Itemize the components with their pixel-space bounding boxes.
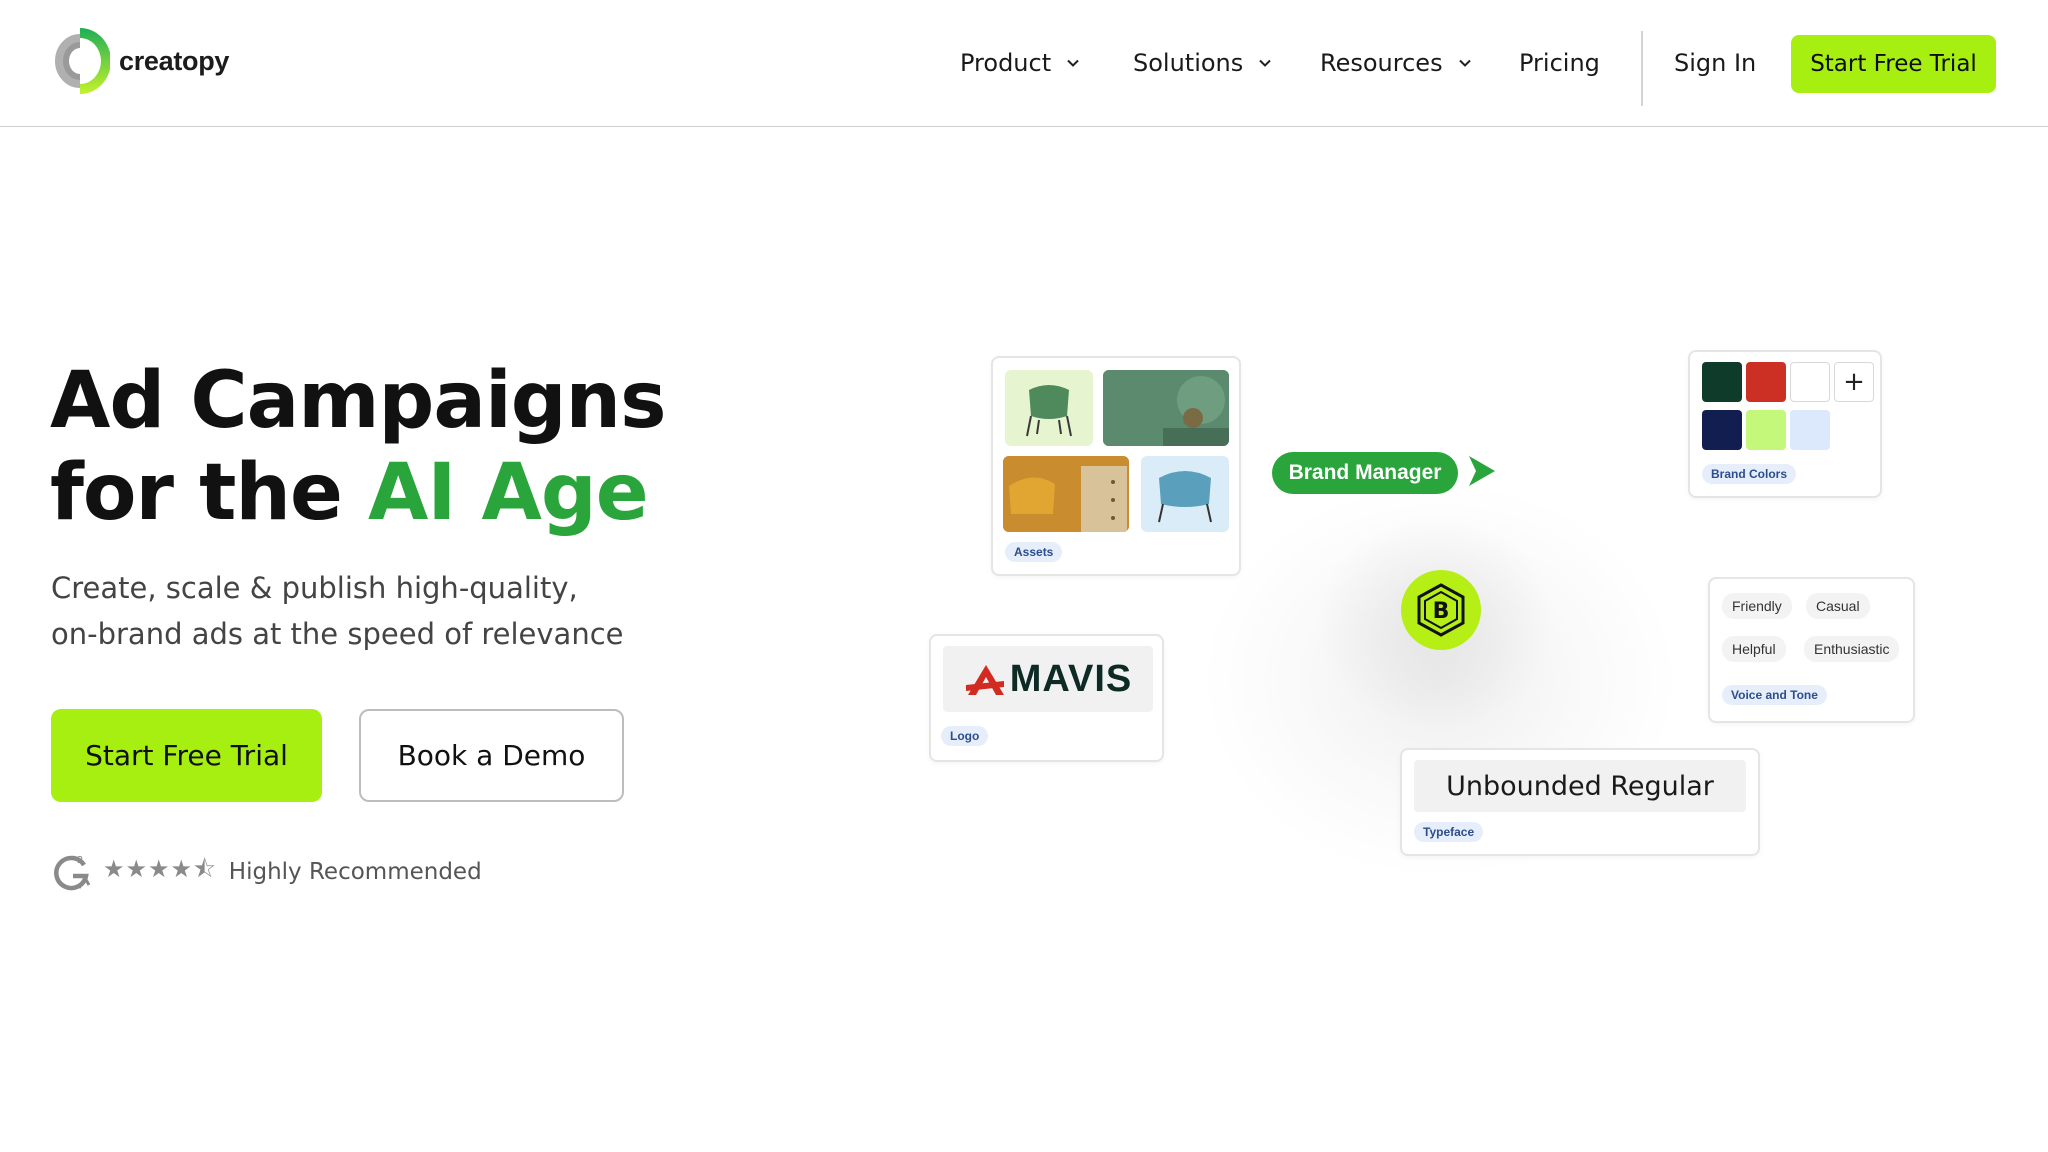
chevron-down-icon <box>1458 59 1471 67</box>
sign-in-link[interactable]: Sign In <box>1674 38 1756 88</box>
chevron-down-icon <box>1067 59 1079 67</box>
voice-chip: Helpful <box>1722 636 1786 662</box>
g2-icon: 2 <box>54 855 91 891</box>
assets-tag: Assets <box>1005 542 1063 562</box>
brand-colors-tag: Brand Colors <box>1702 464 1797 484</box>
hero-subtitle-line2: on-brand ads at the speed of relevance <box>51 617 624 651</box>
site-header: creatopy Product Solutions Resources Pri… <box>0 0 2048 127</box>
voice-chip: Friendly <box>1722 593 1792 619</box>
brand-color-swatch <box>1746 410 1786 450</box>
book-demo-button[interactable]: Book a Demo <box>359 709 624 802</box>
logo-tag: Logo <box>941 726 989 746</box>
mavis-logo: MAVIS <box>943 646 1153 712</box>
nav-product-label[interactable]: Product <box>960 49 1051 77</box>
voice-tone-tag: Voice and Tone <box>1722 685 1827 705</box>
voice-chip: Casual <box>1806 593 1870 619</box>
brand-color-swatch <box>1790 410 1830 450</box>
hero-title-accent: AI Age <box>368 448 649 538</box>
badge-letter: B <box>1433 599 1450 624</box>
arrow-right-icon <box>1469 456 1495 486</box>
nav-product[interactable]: Product <box>960 38 1081 88</box>
rating-label: Highly Recommended <box>228 859 482 885</box>
typeface-tag: Typeface <box>1414 822 1484 842</box>
nav-resources-label[interactable]: Resources <box>1320 49 1443 77</box>
hero-title-prefix: for the <box>50 448 369 538</box>
mavis-wordmark: MAVIS <box>1009 657 1133 700</box>
blue-chair-image <box>1141 456 1229 532</box>
nav-resources[interactable]: Resources <box>1320 38 1473 88</box>
voice-tone-card: Friendly Casual Helpful Enthusiastic Voi… <box>1708 577 1915 723</box>
typeface-card: Unbounded Regular Typeface <box>1400 748 1760 856</box>
nav-solutions-label[interactable]: Solutions <box>1133 49 1243 77</box>
logo-card: MAVIS Logo <box>929 634 1164 762</box>
nav-pricing-label[interactable]: Pricing <box>1519 49 1600 77</box>
green-chair-image <box>1005 370 1093 446</box>
brand-colors-card: + Brand Colors <box>1688 350 1882 498</box>
hexagon-b-icon: B <box>1417 583 1465 637</box>
brand-color-swatch <box>1702 410 1742 450</box>
hero-title-line2: for the AI Age <box>50 447 666 539</box>
creatopy-logo-icon <box>50 24 111 98</box>
svg-text:2: 2 <box>77 855 83 866</box>
rating-stars: ★★★★⯪ <box>103 854 217 883</box>
voice-chip: Enthusiastic <box>1804 636 1900 662</box>
brand-color-swatch <box>1790 362 1830 402</box>
hero-subtitle: Create, scale & publish high-quality, on… <box>51 565 624 657</box>
decor-image <box>1103 370 1229 446</box>
nav-divider <box>1641 31 1643 106</box>
nav-pricing[interactable]: Pricing <box>1519 38 1600 88</box>
brand-badge: B <box>1401 570 1481 650</box>
logo[interactable]: creatopy <box>50 24 229 98</box>
nav-solutions[interactable]: Solutions <box>1133 38 1273 88</box>
chevron-down-icon <box>1259 59 1271 67</box>
brand-color-swatch <box>1702 362 1742 402</box>
typeface-preview: Unbounded Regular <box>1414 760 1746 812</box>
mavis-mark-icon <box>965 665 1004 695</box>
hero-title: Ad Campaigns for the AI Age <box>50 355 667 539</box>
start-free-trial-button[interactable]: Start Free Trial <box>51 709 322 802</box>
brand-manager-pill: Brand Manager <box>1272 452 1458 494</box>
sign-in-label[interactable]: Sign In <box>1674 49 1756 77</box>
hero-title-line1: Ad Campaigns <box>50 356 667 446</box>
hero-subtitle-line1: Create, scale & publish high-quality, <box>51 571 578 605</box>
yellow-chair-image <box>1003 456 1129 532</box>
rating: 2 ★★★★⯪ Highly Recommended <box>51 850 482 894</box>
assets-card: Assets <box>991 356 1241 576</box>
logo-text: creatopy <box>119 45 230 76</box>
header-start-free-trial-button[interactable]: Start Free Trial <box>1791 35 1996 93</box>
add-color-button: + <box>1834 362 1874 402</box>
brand-color-swatch <box>1746 362 1786 402</box>
